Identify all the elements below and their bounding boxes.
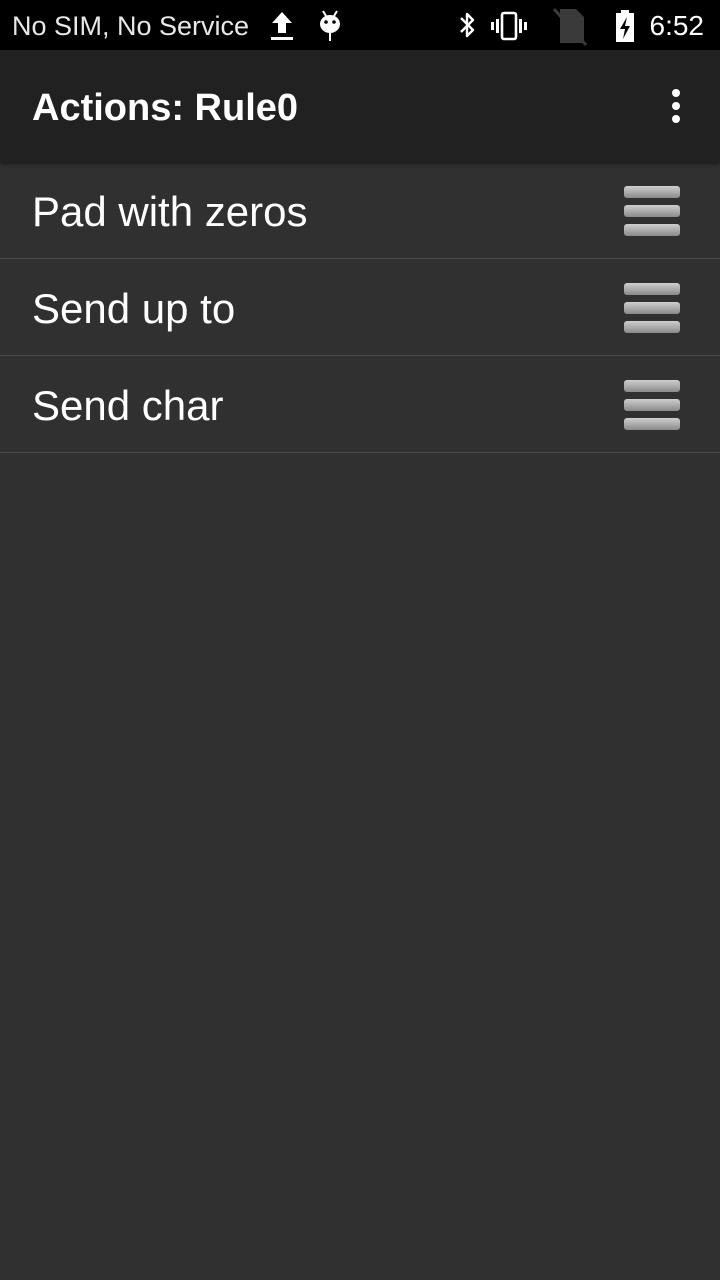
- drag-handle-icon[interactable]: [624, 186, 680, 236]
- vibrate-icon: [491, 11, 527, 41]
- menu-dot: [672, 102, 680, 110]
- android-debug-icon: [320, 10, 340, 41]
- action-label: Send char: [32, 382, 224, 429]
- overflow-menu-icon[interactable]: [652, 82, 700, 130]
- drag-handle-icon[interactable]: [624, 283, 680, 333]
- status-bar: No SIM, No Service 6:52: [0, 0, 720, 50]
- list-item[interactable]: Send up to: [0, 259, 720, 356]
- no-sim-icon: [552, 8, 588, 46]
- battery-charging-icon: [616, 10, 634, 42]
- list-item[interactable]: Pad with zeros: [0, 162, 720, 259]
- menu-dot: [672, 115, 680, 123]
- status-clock: 6:52: [649, 10, 705, 41]
- page-title: Actions: Rule0: [32, 87, 299, 129]
- upload-icon: [271, 12, 293, 40]
- bluetooth-icon: [460, 12, 475, 38]
- actions-list: Pad with zeros Send up to Send char: [0, 162, 720, 453]
- menu-dot: [672, 89, 680, 97]
- action-label: Pad with zeros: [32, 188, 308, 235]
- action-label: Send up to: [32, 285, 236, 332]
- list-item[interactable]: Send char: [0, 356, 720, 453]
- drag-handle-icon[interactable]: [624, 380, 680, 430]
- app-bar: Actions: Rule0: [0, 50, 720, 162]
- carrier-status-text: No SIM, No Service: [12, 11, 250, 41]
